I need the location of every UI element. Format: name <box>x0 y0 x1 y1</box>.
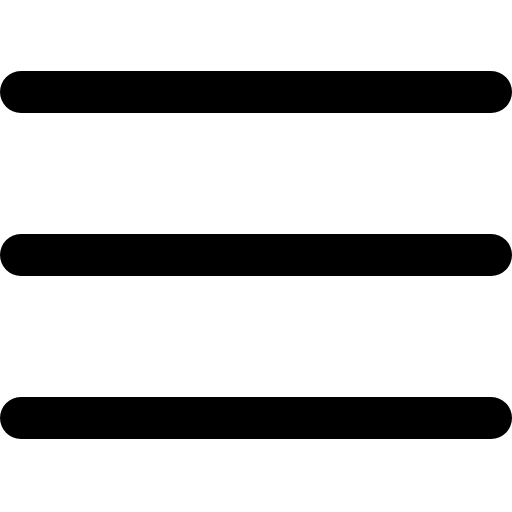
hamburger-menu-icon[interactable] <box>0 0 512 512</box>
hamburger-menu-svg <box>0 71 512 439</box>
